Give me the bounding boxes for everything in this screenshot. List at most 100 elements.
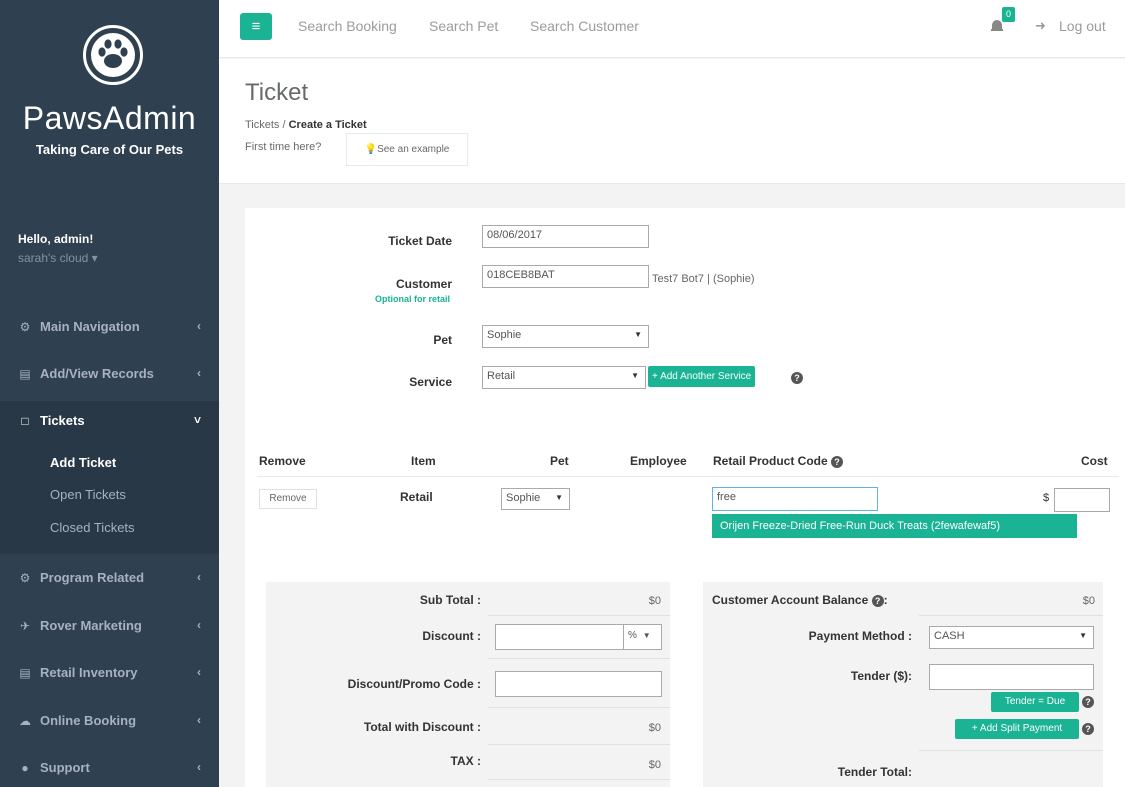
payment-method-value: CASH	[934, 630, 965, 642]
col-pet: Pet	[550, 454, 569, 468]
menu-toggle-button[interactable]: ≡	[240, 13, 272, 40]
search-customer-link[interactable]: Search Customer	[530, 18, 639, 34]
discount-unit-select[interactable]: % ▼	[623, 625, 661, 649]
logout-link[interactable]: Log out	[1059, 18, 1106, 34]
paw-logo-icon	[83, 25, 143, 85]
tax-value: $0	[648, 759, 661, 771]
nav-main-navigation[interactable]: ⚙ Main Navigation ‹	[0, 307, 219, 347]
payment-panel: Customer Account Balance ?: $0 Payment M…	[703, 582, 1103, 787]
pet-select-value: Sophie	[487, 329, 522, 341]
row-divider	[488, 779, 670, 780]
tender-total-label: Tender Total:	[837, 765, 912, 779]
help-icon[interactable]: ?	[831, 456, 844, 468]
row-divider	[488, 615, 670, 616]
breadcrumb-tickets[interactable]: Tickets /	[245, 119, 286, 131]
account-dropdown[interactable]: sarah's cloud ▾	[18, 251, 98, 265]
chevron-down-icon: ▼	[631, 371, 639, 380]
totals-panel: Sub Total : $0 Discount : % ▼ Discount/P…	[266, 582, 670, 787]
chevron-left-icon: ‹	[197, 713, 201, 727]
add-another-service-button[interactable]: + Add Another Service	[648, 366, 756, 387]
chevron-left-icon: ‹	[197, 618, 201, 632]
account-balance-label: Customer Account Balance ?:	[712, 593, 888, 607]
tender-input[interactable]	[929, 664, 1094, 690]
payment-method-label: Payment Method :	[808, 629, 912, 643]
records-icon: ▤	[19, 367, 31, 381]
help-icon[interactable]: ?	[871, 595, 884, 607]
account-balance-text: Customer Account Balance	[712, 593, 869, 607]
megaphone-icon: ✈	[19, 619, 31, 633]
total-with-discount-value: $0	[648, 722, 661, 734]
page-title: Ticket	[245, 79, 309, 106]
product-suggestion-item[interactable]: Orijen Freeze-Dried Free-Run Duck Treats…	[712, 514, 1077, 538]
nav-label: Online Booking	[40, 713, 137, 728]
top-navbar: ≡ Search Booking Search Pet Search Custo…	[219, 0, 1125, 58]
submenu-open-tickets[interactable]: Open Tickets	[50, 487, 126, 502]
product-code-input[interactable]: free	[712, 487, 878, 511]
col-cost: Cost	[1081, 454, 1108, 468]
search-booking-link[interactable]: Search Booking	[298, 18, 397, 34]
logo[interactable]: PawsAdmin Taking Care of Our Pets	[0, 0, 219, 190]
promo-code-input[interactable]	[495, 671, 662, 697]
row-pet-select[interactable]: Sophie ▼	[501, 488, 570, 510]
payment-method-select[interactable]: CASH ▼	[929, 626, 1094, 649]
first-time-text: First time here?	[245, 141, 322, 153]
submenu-closed-tickets[interactable]: Closed Tickets	[50, 520, 135, 535]
nav-tickets[interactable]: □ Tickets ˅	[0, 401, 219, 441]
chevron-left-icon: ‹	[197, 665, 201, 679]
nav-online-booking[interactable]: ☁ Online Booking ‹	[0, 701, 219, 741]
chevron-left-icon: ‹	[197, 319, 201, 333]
chevron-down-icon: ▼	[555, 493, 563, 502]
promo-code-label: Discount/Promo Code :	[347, 677, 481, 691]
col-retail-product-code: Retail Product Code ?	[713, 454, 844, 468]
customer-label: Customer	[395, 277, 452, 291]
chevron-down-icon: ▼	[1079, 631, 1087, 640]
chevron-left-icon: ‹	[197, 570, 201, 584]
cloud-icon: ☁	[19, 714, 31, 728]
chevron-left-icon: ‹	[197, 760, 201, 774]
nav-retail-inventory[interactable]: ▤ Retail Inventory ‹	[0, 653, 219, 693]
pet-label: Pet	[433, 333, 452, 347]
nav-program-related[interactable]: ⚙ Program Related ‹	[0, 558, 219, 598]
tender-equals-due-button[interactable]: Tender = Due	[991, 692, 1079, 712]
breadcrumb-current: Create a Ticket	[288, 119, 367, 131]
add-split-payment-button[interactable]: + Add Split Payment	[955, 719, 1079, 739]
table-header-divider	[257, 476, 1119, 477]
chevron-down-icon: ▼	[642, 631, 651, 640]
nav-label: Tickets	[40, 413, 85, 428]
help-icon[interactable]: ?	[1082, 696, 1094, 708]
pet-select[interactable]: Sophie ▼	[482, 325, 649, 348]
user-greeting: Hello, admin!	[18, 232, 94, 246]
row-divider	[488, 658, 670, 659]
help-icon[interactable]: ?	[1082, 723, 1094, 735]
ticket-date-input[interactable]: 08/06/2017	[482, 225, 649, 248]
service-select[interactable]: Retail ▼	[482, 366, 646, 389]
gear-icon: ⚙	[19, 571, 31, 585]
breadcrumb: Tickets / Create a Ticket	[245, 119, 367, 131]
nav-support[interactable]: ● Support ‹	[0, 748, 219, 787]
tickets-submenu: Add Ticket Open Tickets Closed Tickets	[0, 441, 219, 554]
row-divider	[919, 615, 1103, 616]
account-balance-value: $0	[1082, 595, 1095, 607]
see-example-button[interactable]: 💡See an example	[346, 133, 468, 166]
col-retail-product-code-label: Retail Product Code	[713, 454, 828, 468]
total-with-discount-label: Total with Discount :	[363, 720, 481, 734]
nav-add-view-records[interactable]: ▤ Add/View Records ‹	[0, 354, 219, 394]
service-label: Service	[409, 375, 452, 389]
help-icon[interactable]: ?	[791, 372, 803, 384]
nav-rover-marketing[interactable]: ✈ Rover Marketing ‹	[0, 606, 219, 646]
tax-label: TAX :	[450, 754, 481, 768]
row-pet-select-value: Sophie	[506, 492, 541, 504]
nav-label: Program Related	[40, 570, 145, 585]
customer-input[interactable]: 018CEB8BAT	[482, 265, 649, 288]
brand-tagline: Taking Care of Our Pets	[35, 142, 184, 157]
service-select-value: Retail	[487, 370, 516, 382]
submenu-add-ticket[interactable]: Add Ticket	[50, 455, 116, 470]
row-divider	[488, 744, 670, 745]
notification-badge: 0	[1002, 7, 1015, 22]
remove-row-button[interactable]: Remove	[259, 489, 317, 509]
nav-label: Main Navigation	[40, 319, 140, 334]
sidebar: PawsAdmin Taking Care of Our Pets Hello,…	[0, 0, 219, 787]
search-pet-link[interactable]: Search Pet	[429, 18, 498, 34]
cost-input[interactable]	[1054, 488, 1110, 512]
customer-optional-hint: Optional for retail	[374, 294, 450, 304]
